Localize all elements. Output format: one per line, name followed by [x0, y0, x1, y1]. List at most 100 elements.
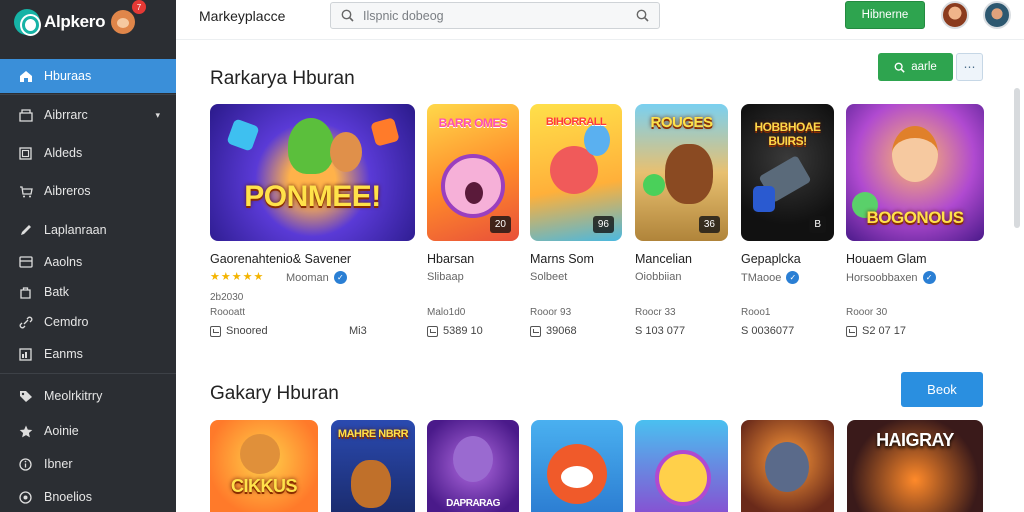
developer-name: Horsoobbaxen — [846, 271, 918, 284]
thumbnail-count-badge: 36 — [698, 216, 720, 233]
developer: Solbeet — [530, 271, 567, 283]
sidebar-item-label: Meolrkitrry — [44, 389, 103, 403]
game-thumbnail[interactable]: BARR OMES 20 — [427, 104, 519, 241]
art-ball — [643, 174, 665, 196]
user-avatar[interactable] — [941, 1, 969, 29]
game-thumbnail[interactable]: BOGONOUS — [846, 104, 984, 241]
game-art-title: HAIGRAY — [876, 430, 954, 450]
sidebar-item-hburaas[interactable]: Hburaas — [0, 59, 176, 93]
sidebar-item-batk[interactable]: Batk — [0, 275, 176, 309]
game-card[interactable]: BARR OMES 20 Hbarsan Slibaap Malo1d0 538… — [427, 104, 519, 344]
art-face — [561, 466, 593, 488]
game-meta: Rooor 30 — [846, 307, 888, 318]
link-icon — [18, 315, 33, 329]
chevron-down-icon[interactable]: ▾ — [155, 110, 160, 121]
game-name: Marns Som — [530, 252, 594, 266]
verified-icon: ✓ — [786, 271, 800, 284]
developer: Mooman ✓ — [286, 271, 347, 284]
card-icon — [18, 255, 33, 269]
developer: TMaooe ✓ — [741, 271, 800, 284]
stat-icon — [427, 325, 438, 337]
game-thumbnail[interactable]: BIHORRALL 96 — [530, 104, 622, 241]
divider — [0, 94, 176, 95]
game-name: Hbarsan — [427, 252, 475, 266]
game-card[interactable]: HOBBHOAE BUIRS! B Gepaplcka TMaooe ✓ Roo… — [741, 104, 834, 344]
game-thumbnail[interactable]: HAIGRAY — [847, 420, 983, 512]
sidebar-item-bnoelios[interactable]: Bnoelios — [0, 480, 176, 512]
thumbnail-count-badge: 96 — [592, 216, 614, 233]
game-stat: 5389 10 — [427, 325, 483, 337]
game-card[interactable]: BIHORRALL 96 Marns Som Solbeet Rooor 93 … — [530, 104, 622, 344]
developer: Horsoobbaxen ✓ — [846, 271, 936, 284]
sidebar-item-aibreros[interactable]: Aibreros — [0, 174, 176, 208]
sidebar-item-laplanraan[interactable]: Laplanraan — [0, 213, 176, 247]
game-card[interactable]: BOGONOUS Houaem Glam Horsoobbaxen ✓ Rooo… — [846, 104, 984, 344]
search-box[interactable] — [330, 2, 660, 29]
stat-icon — [846, 325, 857, 337]
game-meta: Rooor 93 — [530, 307, 572, 318]
game-name: Houaem Glam — [846, 252, 927, 266]
user-avatar-secondary[interactable] — [983, 1, 1011, 29]
sidebar-item-ibner[interactable]: Ibner — [0, 447, 176, 481]
top-action-button[interactable]: Hibnerne — [845, 1, 925, 29]
art-character — [665, 144, 713, 204]
section-action-button[interactable]: aarle — [878, 53, 953, 81]
game-art-title: ROUGES — [650, 114, 713, 131]
sidebar-item-aaolns[interactable]: Aaolns — [0, 245, 176, 279]
game-thumbnail[interactable] — [531, 420, 623, 512]
sidebar-item-aibrrarc[interactable]: Aibrrarc ▾ — [0, 98, 176, 132]
art-character — [892, 126, 938, 182]
brand[interactable]: Alpkero — [14, 4, 136, 40]
game-card[interactable]: ROUGES 36 Mancelian Oiobbiian Roocr 33 S… — [635, 104, 728, 344]
stat-value: 39068 — [546, 325, 577, 337]
game-thumbnail[interactable] — [741, 420, 834, 512]
stat-icon — [210, 325, 221, 337]
chart-icon — [18, 347, 33, 361]
cart-icon — [18, 184, 33, 198]
game-meta: Rooo1 — [741, 307, 771, 318]
game-art-title: CIKKUS — [230, 476, 298, 496]
stat-right: Mi3 — [349, 325, 367, 337]
sidebar-item-aoinie[interactable]: Aoinie — [0, 414, 176, 448]
stat-value: S 103 077 — [635, 325, 686, 337]
art-hand — [753, 186, 775, 212]
art-character — [351, 460, 391, 508]
section-action-label: aarle — [911, 61, 937, 73]
more-options-button[interactable]: ⋯ — [956, 53, 983, 81]
sidebar-item-label: Laplanraan — [44, 223, 107, 237]
search-icon — [894, 62, 905, 73]
art-character — [330, 132, 362, 172]
game-art-title: PONMEE! — [244, 180, 381, 213]
section-button[interactable]: Beok — [901, 372, 983, 407]
game-thumbnail[interactable]: PONMEE! — [210, 104, 415, 241]
grid-icon — [18, 146, 33, 160]
app-name: Alpkero — [44, 12, 106, 31]
game-thumbnail[interactable]: HOBBHOAE BUIRS! B — [741, 104, 834, 241]
sidebar-item-label: Aibreros — [44, 184, 91, 198]
stat-value: Snoored — [226, 325, 268, 337]
game-card[interactable]: PONMEE! Gaorenahtenio& Savener ★★★★★ Moo… — [210, 104, 415, 344]
scrollbar[interactable] — [1014, 88, 1020, 228]
sidebar-item-eanms[interactable]: Eanms — [0, 337, 176, 371]
sidebar-item-cemdro[interactable]: Cemdro — [0, 305, 176, 339]
game-thumbnail[interactable] — [635, 420, 728, 512]
sidebar-item-aldeds[interactable]: Aldeds — [0, 136, 176, 170]
game-art-title: BARR OMES — [438, 116, 508, 130]
game-meta: 2b2030 — [210, 292, 244, 303]
game-art-title: DAPRARAG — [446, 498, 500, 509]
game-thumbnail[interactable]: ROUGES 36 — [635, 104, 728, 241]
sidebar-item-meolrkitrry[interactable]: Meolrkitrry — [0, 379, 176, 413]
sidebar-item-label: Hburaas — [44, 69, 92, 83]
game-thumbnail[interactable]: DAPRARAG — [427, 420, 519, 512]
game-thumbnail[interactable]: MAHRE NBRR — [331, 420, 415, 512]
search-input[interactable] — [363, 7, 623, 25]
developer-name: Oiobbiian — [635, 271, 682, 283]
sidebar-item-label: Cemdro — [44, 315, 89, 329]
search-submit-icon[interactable] — [636, 9, 649, 22]
top-bar: Markeyplacce Hibnerne — [176, 0, 1024, 40]
thumbnail-count-badge: 20 — [489, 216, 511, 233]
game-thumbnail[interactable]: CIKKUS — [210, 420, 318, 512]
art-gem — [226, 118, 260, 152]
art-character — [453, 436, 493, 482]
verified-icon: ✓ — [922, 271, 936, 284]
